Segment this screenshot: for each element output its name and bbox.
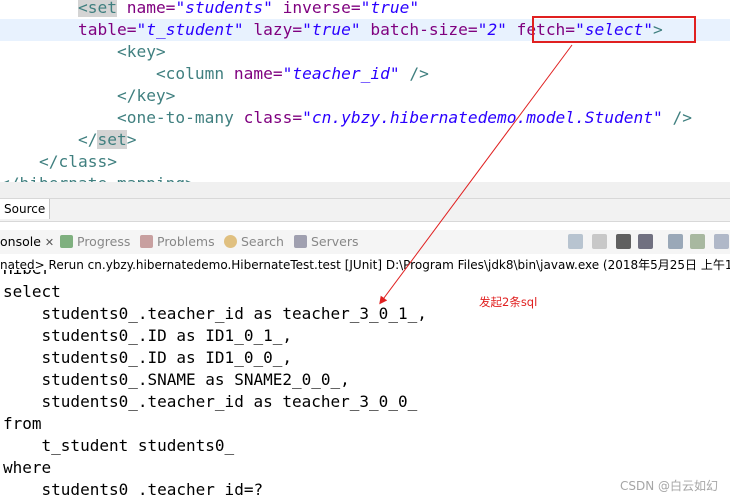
editor-line: <key> <box>116 42 166 61</box>
editor-line: <column name="teacher_id" /> <box>155 64 429 83</box>
tab-console[interactable]: onsole ✕ <box>0 230 54 254</box>
terminate-icon[interactable] <box>592 234 607 249</box>
clear-console-icon[interactable] <box>668 234 683 249</box>
annotation-label: 发起2条sql <box>479 295 538 309</box>
editor-line: </class> <box>38 152 117 171</box>
close-icon[interactable]: ✕ <box>45 236 54 249</box>
views-tab-bar: onsole ✕ Progress Problems Search Servers <box>0 230 730 254</box>
console-line: t_student students0_ <box>3 436 235 455</box>
editor-tab-bar: Source <box>0 198 730 222</box>
remove-all-icon[interactable] <box>638 234 653 249</box>
console-line: students0_.teacher_id as teacher_3_0_0_ <box>3 392 418 411</box>
tab-servers[interactable]: Servers <box>294 230 359 254</box>
pin-console-icon[interactable] <box>714 234 729 249</box>
progress-icon <box>60 235 73 248</box>
console-line: students0_.ID as ID1_0_0_, <box>3 348 292 367</box>
scroll-lock-icon[interactable] <box>690 234 705 249</box>
xml-editor[interactable]: <set name="students" inverse="true" tabl… <box>0 0 730 184</box>
remove-launch-icon[interactable] <box>616 234 631 249</box>
refresh-icon[interactable] <box>568 234 583 249</box>
console-line: where <box>3 458 52 477</box>
console-line: from <box>3 414 42 433</box>
console-line: students0_.teacher_id=? <box>3 480 264 498</box>
console-line: students0_.SNAME as SNAME2_0_0_, <box>3 370 350 389</box>
console-output[interactable]: Hiber select students0_.teacher_id as te… <box>0 270 730 498</box>
editor-line: <one-to-many class="cn.ybzy.hibernatedem… <box>116 108 692 127</box>
console-line: select <box>3 282 61 301</box>
tab-progress[interactable]: Progress <box>60 230 130 254</box>
search-icon <box>224 235 237 248</box>
tab-source[interactable]: Source <box>0 199 51 219</box>
editor-horizontal-scrollbar[interactable] <box>0 182 730 198</box>
editor-line: </key> <box>116 86 176 105</box>
servers-icon <box>294 235 307 248</box>
tab-search[interactable]: Search <box>224 230 284 254</box>
console-line: students0_.teacher_id as teacher_3_0_1_, <box>3 304 427 323</box>
watermark: CSDN @白云如幻 <box>620 479 719 493</box>
console-line: Hiber <box>3 270 51 280</box>
console-line: students0_.ID as ID1_0_1_, <box>3 326 292 345</box>
fetch-highlight-box <box>532 16 696 43</box>
tab-problems[interactable]: Problems <box>140 230 215 254</box>
editor-line: </set> <box>77 130 137 149</box>
set-open-tag: <set <box>77 0 117 17</box>
problems-icon <box>140 235 153 248</box>
